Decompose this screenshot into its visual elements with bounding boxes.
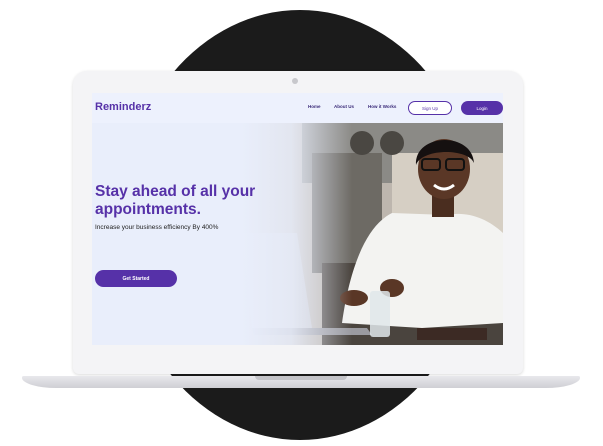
nav-link-home[interactable]: Home	[308, 104, 321, 109]
login-button[interactable]: Login	[461, 101, 503, 115]
get-started-button[interactable]: Get Started	[95, 270, 177, 287]
photo-fade-overlay	[242, 123, 352, 345]
hero-headline: Stay ahead of all your appointments.	[95, 183, 256, 218]
hero-subtext: Increase your business efficiency By 400…	[95, 224, 219, 231]
nav-link-how-it-works[interactable]: How it Works	[368, 104, 396, 109]
nav-link-about-us[interactable]: About Us	[334, 104, 354, 109]
hero-photo	[242, 123, 503, 345]
signup-button[interactable]: Sign Up	[408, 101, 452, 115]
laptop-screen: Reminderz Home About Us How it Works Sig…	[92, 93, 503, 345]
laptop-base-notch	[255, 376, 347, 380]
webcam-icon	[292, 78, 298, 84]
top-navigation: Reminderz Home About Us How it Works Sig…	[92, 93, 503, 123]
brand-logo[interactable]: Reminderz	[95, 101, 151, 113]
